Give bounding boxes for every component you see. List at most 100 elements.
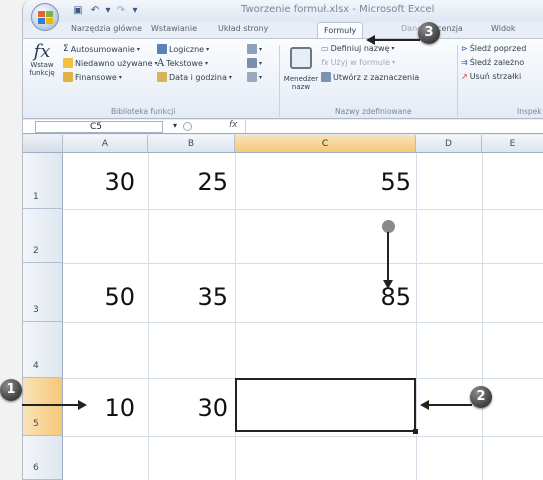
- defined-names-group-label: Nazwy zdefiniowane: [335, 107, 412, 116]
- undo-icon[interactable]: ↶: [88, 4, 102, 17]
- chevron-down-icon: ▾: [259, 73, 263, 81]
- trace-dependents-icon: ⇉: [461, 58, 468, 67]
- trace-dependents-button[interactable]: ⇉ Śledź zależno: [461, 58, 524, 67]
- fx-icon: fx: [33, 41, 51, 62]
- save-icon[interactable]: ▣: [71, 4, 85, 17]
- qat-customize-icon[interactable]: ▾: [131, 4, 139, 17]
- math-functions-button[interactable]: ▾: [247, 58, 262, 68]
- column-header-b[interactable]: B: [148, 135, 235, 153]
- gridline: [482, 153, 483, 480]
- text-a-icon: A: [157, 58, 165, 69]
- lookup-functions-button[interactable]: ▾: [247, 44, 262, 54]
- logical-book-icon: [157, 44, 167, 54]
- chevron-down-icon: ▾: [204, 60, 208, 67]
- cell-b5[interactable]: 30: [148, 394, 228, 422]
- use-in-formula-icon: fx: [321, 58, 329, 67]
- logical-functions-button[interactable]: Logiczne ▾: [157, 44, 209, 54]
- more-functions-button[interactable]: ▾: [247, 72, 262, 82]
- define-name-button[interactable]: ▭ Definiuj nazwę ▾: [321, 44, 394, 53]
- window-title: Tworzenie formuł.xlsx - Microsoft Excel: [241, 4, 435, 15]
- cell-b1[interactable]: 25: [148, 168, 228, 196]
- trace-precedents-button[interactable]: ⊳ Śledź poprzed: [461, 44, 526, 53]
- cell-b3[interactable]: 35: [148, 283, 228, 311]
- star-book-icon: [63, 58, 73, 68]
- define-name-icon: ▭: [321, 44, 329, 53]
- excel-window: ▣ ↶ ▾ ↷ ▾ Tworzenie formuł.xlsx - Micros…: [22, 0, 543, 480]
- arrowhead-down-icon: [383, 280, 393, 289]
- name-manager-icon: [290, 47, 312, 69]
- chevron-down-icon: ▾: [391, 45, 395, 52]
- use-in-formula-label: Użyj w formule: [330, 58, 391, 67]
- define-name-label: Definiuj nazwę: [330, 44, 390, 53]
- group-separator: [279, 45, 280, 117]
- office-logo-icon: [38, 11, 53, 24]
- fill-handle[interactable]: [413, 429, 418, 434]
- row-header-4[interactable]: 4: [23, 322, 63, 378]
- row-header-1[interactable]: 1: [23, 153, 63, 209]
- remove-arrows-icon: ↗: [461, 72, 468, 81]
- callout-3: 3: [418, 22, 440, 44]
- create-from-selection-icon: [321, 72, 331, 82]
- cell-a1[interactable]: 30: [63, 168, 135, 196]
- row-header-5[interactable]: 5: [23, 378, 63, 436]
- sigma-icon: Σ: [63, 44, 69, 54]
- undo-dropdown-icon[interactable]: ▾: [105, 4, 111, 17]
- use-in-formula-button[interactable]: fx Użyj w formule ▾: [321, 58, 395, 67]
- gridline: [63, 322, 543, 323]
- tab-home[interactable]: Narzędzia główne: [71, 24, 142, 33]
- insert-function-button[interactable]: fx Wstaw funkcję: [27, 43, 57, 87]
- row-header-3[interactable]: 3: [23, 263, 63, 322]
- name-manager-button[interactable]: Menedżer nazw: [283, 47, 319, 99]
- office-button[interactable]: [31, 3, 59, 31]
- chevron-down-icon: ▾: [259, 45, 263, 53]
- datetime-functions-button[interactable]: Data i godzina ▾: [157, 72, 232, 82]
- create-from-selection-button[interactable]: Utwórz z zaznaczenia: [321, 72, 419, 82]
- quick-access-toolbar: ▣ ↶ ▾ ↷ ▾: [71, 4, 139, 18]
- trace-precedents-label: Śledź poprzed: [469, 44, 527, 53]
- gridline: [148, 153, 149, 480]
- column-header-a[interactable]: A: [63, 135, 148, 153]
- gridline: [63, 209, 543, 210]
- callout-2-arrow-line: [428, 404, 472, 406]
- name-manager-label-2: nazw: [291, 83, 311, 91]
- select-all-corner[interactable]: [23, 135, 63, 153]
- redo-icon[interactable]: ↷: [114, 4, 128, 17]
- active-cell-c5[interactable]: [235, 378, 418, 434]
- tab-page-layout[interactable]: Układ strony: [218, 24, 268, 33]
- reference-arrow-line: [387, 232, 389, 282]
- chevron-down-icon: ▾: [392, 59, 396, 66]
- name-box[interactable]: C5: [35, 121, 163, 133]
- row-header-6[interactable]: 6: [23, 436, 63, 480]
- text-functions-button[interactable]: A Tekstowe ▾: [157, 58, 208, 69]
- cell-c1[interactable]: 55: [235, 168, 411, 196]
- autosum-button[interactable]: Σ Autosumowanie ▾: [63, 44, 140, 54]
- name-box-dropdown-icon[interactable]: ▾: [173, 121, 177, 130]
- chevron-down-icon: ▾: [259, 59, 263, 67]
- tab-view[interactable]: Widok: [491, 24, 516, 33]
- row-header-2[interactable]: 2: [23, 209, 63, 263]
- formula-bar-circle-icon: [183, 122, 192, 131]
- group-separator: [457, 45, 458, 117]
- chevron-down-icon: ▾: [118, 73, 122, 81]
- tab-formulas[interactable]: Formuły: [317, 22, 364, 39]
- chevron-down-icon: ▾: [206, 45, 210, 53]
- fx-icon[interactable]: fx: [229, 120, 238, 130]
- worksheet-grid: A B C D E 1 2 3 4 5 6 30 25 55 50 35 85 …: [23, 135, 543, 480]
- callout-1: 1: [0, 379, 22, 401]
- callout-2: 2: [470, 386, 492, 408]
- remove-arrows-button[interactable]: ↗ Usuń strzałki: [461, 72, 521, 81]
- column-header-c[interactable]: C: [235, 135, 416, 153]
- recent-functions-button[interactable]: Niedawno używane ▾: [63, 58, 158, 68]
- arrowhead-right-icon: [78, 400, 87, 410]
- column-header-d[interactable]: D: [416, 135, 482, 153]
- formula-input[interactable]: [245, 120, 543, 133]
- text-label: Tekstowe: [166, 59, 203, 68]
- financial-functions-button[interactable]: Finansowe ▾: [63, 72, 122, 82]
- cell-a5[interactable]: 10: [63, 394, 135, 422]
- column-header-e[interactable]: E: [482, 135, 543, 153]
- gridline: [63, 436, 543, 437]
- financial-label: Finansowe: [75, 72, 117, 82]
- tab-insert[interactable]: Wstawianie: [151, 24, 197, 33]
- cell-a3[interactable]: 50: [63, 283, 135, 311]
- create-from-selection-label: Utwórz z zaznaczenia: [333, 72, 420, 82]
